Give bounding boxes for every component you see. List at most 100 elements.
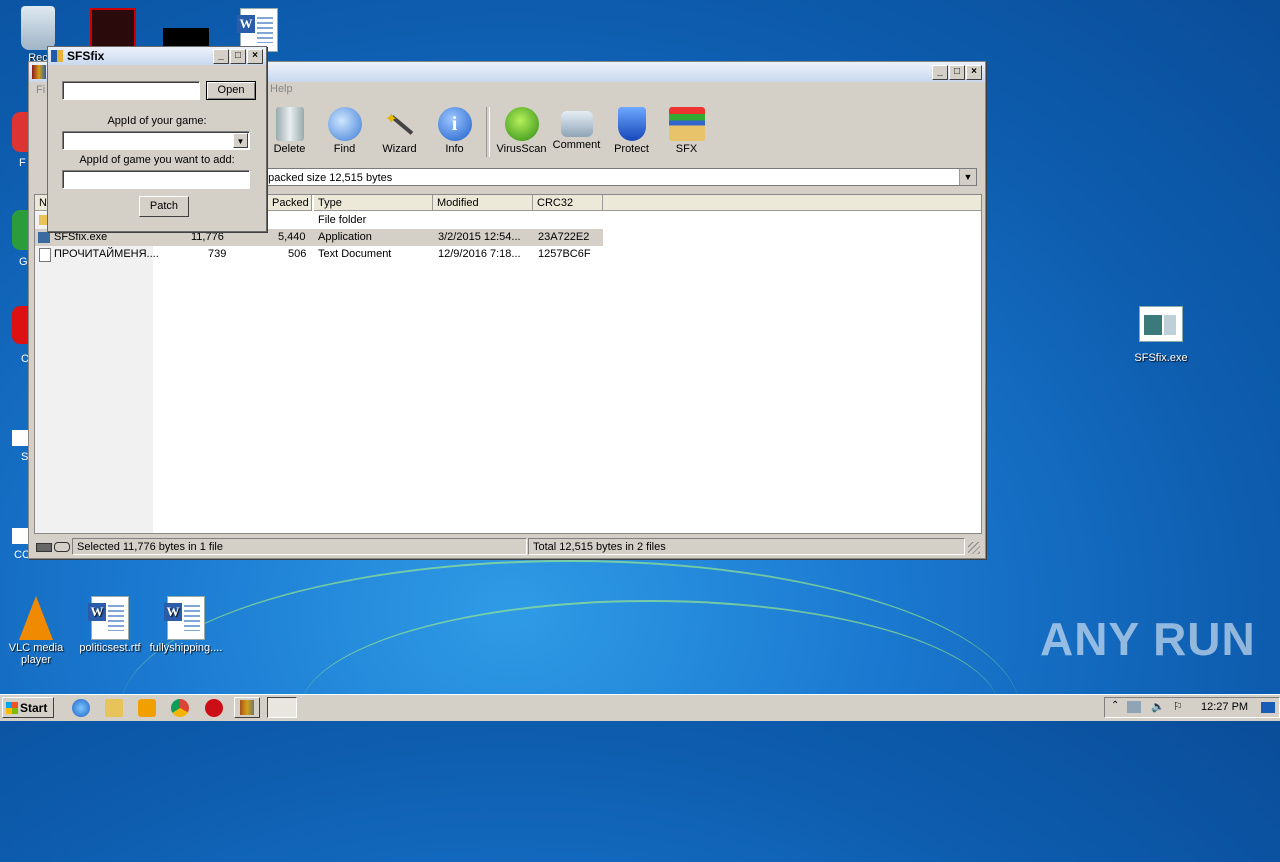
toolbar-comment[interactable]: Comment [549, 104, 604, 160]
minimize-button[interactable]: _ [932, 64, 948, 80]
recycle-bin-icon [21, 6, 55, 50]
winrar-task-icon[interactable] [234, 697, 260, 718]
side-shortcut-2[interactable] [12, 210, 28, 250]
taskbar: Start ⌃ 🔈 ⚐ 12:27 PM [0, 694, 1280, 721]
open-button[interactable]: Open [206, 81, 256, 100]
chrome-icon[interactable] [171, 699, 189, 717]
desktop-icon-label: SFSfix.exe [1134, 352, 1188, 364]
word-document-icon: W [88, 596, 130, 640]
show-hidden-icons-icon[interactable]: ⌃ [1111, 700, 1119, 711]
toolbar-info[interactable]: i Info [427, 104, 482, 160]
close-button[interactable]: × [966, 64, 982, 80]
appid-select[interactable] [62, 131, 250, 150]
toolbar-label: Protect [614, 143, 649, 155]
desktop-icon-politicsest[interactable]: W politicsest.rtf [72, 596, 148, 654]
toolbar-label: SFX [675, 143, 698, 155]
windows-logo-icon [6, 702, 18, 714]
cell-crc32: 23A722E2 [538, 231, 590, 243]
column-header-type[interactable]: Type [314, 195, 433, 211]
virus-icon [504, 107, 539, 141]
toolbar-label: Info [445, 143, 464, 155]
app-icon [51, 50, 63, 62]
flag-icon[interactable]: ⚐ [1173, 700, 1183, 713]
sfsfix-dialog: SFSfix _ □ × Open AppId of your game: ▼ … [47, 46, 267, 232]
side-shortcut-1[interactable] [12, 112, 28, 152]
start-button[interactable]: Start [2, 697, 54, 718]
cell-type: File folder [318, 214, 367, 226]
chevron-down-icon[interactable]: ▼ [233, 133, 248, 148]
desktop-icon-fullyshipping[interactable]: W fullyshipping.... [148, 596, 224, 654]
media-player-icon[interactable] [138, 699, 156, 717]
toolbar-delete[interactable]: Delete [262, 104, 317, 160]
maximize-button[interactable]: □ [230, 48, 246, 64]
desktop-icon-label: politicsest.rtf [79, 642, 141, 654]
cell-type: Application [318, 231, 372, 243]
column-header-crc32[interactable]: CRC32 [533, 195, 603, 211]
close-button[interactable]: × [247, 48, 263, 64]
maximize-button[interactable]: □ [949, 64, 965, 80]
comment-icon [560, 111, 593, 137]
path-field[interactable] [62, 81, 200, 100]
sfsfix-titlebar[interactable]: SFSfix _ □ × [48, 47, 266, 65]
trash-icon [275, 107, 304, 141]
resize-grip-icon[interactable] [968, 542, 980, 554]
drive-icon [36, 543, 52, 552]
status-bar: Selected 11,776 bytes in 1 file Total 12… [30, 538, 982, 556]
toolbar-label: VirusScan [496, 143, 547, 155]
patch-button[interactable]: Patch [139, 196, 189, 217]
exe-file-icon [38, 232, 50, 243]
table-row[interactable]: ПРОЧИТАЙМЕНЯ.... 739 506 Text Document 1… [35, 246, 603, 263]
side-shortcut-4[interactable] [12, 430, 28, 446]
menu-item-file[interactable]: Fi [36, 84, 45, 96]
info-icon: i [437, 107, 472, 141]
shield-icon [617, 107, 646, 141]
toolbar-label: Comment [552, 139, 601, 151]
appid-add-field[interactable] [62, 170, 250, 189]
toolbar-find[interactable]: Find [317, 104, 372, 160]
sfx-box-icon [668, 107, 705, 141]
column-header-modified[interactable]: Modified [433, 195, 533, 211]
minimize-button[interactable]: _ [213, 48, 229, 64]
toolbar-label: Wizard [382, 143, 417, 155]
anyrun-watermark: ANY RUN [1040, 613, 1256, 665]
toolbar-label: Delete [273, 143, 306, 155]
menu-item-help[interactable]: Help [270, 83, 293, 95]
exe-icon [1139, 306, 1183, 342]
toolbar-sfx[interactable]: SFX [659, 104, 714, 160]
status-selected: Selected 11,776 bytes in 1 file [72, 538, 527, 555]
side-shortcut-3[interactable] [12, 306, 28, 344]
show-desktop-icon[interactable] [1261, 702, 1275, 713]
toolbar-separator [486, 107, 490, 157]
address-bar[interactable]: npacked size 12,515 bytes ▼ [257, 168, 977, 186]
column-header-packed[interactable]: Packed [268, 195, 312, 211]
clock[interactable]: 12:27 PM [1201, 701, 1248, 713]
appid-label: AppId of your game: [107, 115, 207, 127]
column-header-empty [603, 195, 981, 211]
winrar-toolbar: Delete Find ✦ Wizard i Info VirusScan Co… [262, 104, 714, 160]
toolbar-virusscan[interactable]: VirusScan [494, 104, 549, 160]
toolbar-protect[interactable]: Protect [604, 104, 659, 160]
desktop-icon-vlc[interactable]: VLC media player [0, 596, 74, 666]
black-icon[interactable] [163, 28, 209, 46]
explorer-icon[interactable] [105, 699, 123, 717]
desktop-icon-sfsfix[interactable]: SFSfix.exe [1123, 306, 1199, 364]
side-shortcut-5[interactable] [12, 528, 28, 544]
sfsfix-task-icon[interactable] [267, 697, 297, 718]
ie-icon[interactable] [72, 699, 90, 717]
vlc-cone-icon [19, 596, 53, 640]
winrar-logo-icon [32, 65, 46, 79]
opera-icon[interactable] [205, 699, 223, 717]
file-list[interactable]: N Packed Type Modified CRC32 File folder… [34, 194, 982, 534]
cell-type: Text Document [318, 248, 392, 260]
cell-name: ПРОЧИТАЙМЕНЯ.... [54, 248, 159, 260]
chevron-down-icon[interactable]: ▼ [959, 169, 976, 185]
cell-packed: 506 [288, 248, 307, 260]
magnifier-icon [327, 107, 362, 141]
cell-packed: 5,440 [278, 231, 306, 243]
network-icon[interactable] [1127, 701, 1141, 713]
volume-icon[interactable]: 🔈 [1151, 700, 1165, 713]
toolbar-wizard[interactable]: ✦ Wizard [372, 104, 427, 160]
status-total: Total 12,515 bytes in 2 files [528, 538, 965, 555]
side-shortcut-label-1: F [19, 157, 26, 169]
key-icon [54, 542, 70, 552]
